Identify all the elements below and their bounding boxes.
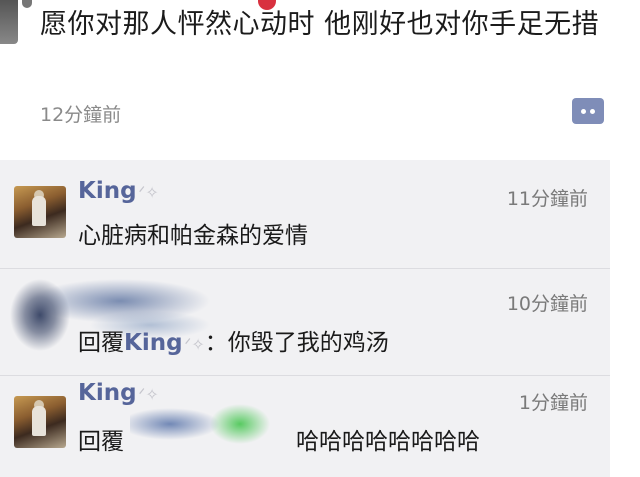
comment-time: 10分鐘前 [506, 293, 588, 315]
post-time: 12分鐘前 [40, 104, 122, 126]
avatar-figure [32, 196, 46, 226]
reply-text: 哈哈哈哈哈哈哈哈 [296, 429, 480, 455]
comment-item: King ᐟ✧ 1分鐘前 回覆 哈哈哈哈哈哈哈哈 [0, 376, 610, 477]
comment-text: 回覆King ᐟ✧：你毁了我的鸡汤 [78, 323, 389, 357]
comment-text: 心脏病和帕金森的爱情 [78, 223, 308, 249]
reply-prefix: 回覆 [78, 330, 124, 356]
moment-post: 愿你对那人怦然心动时 他刚好也对你手足无措 12分鐘前 [0, 0, 640, 160]
redaction-scribble [130, 402, 290, 446]
reply-separator: ： [204, 330, 228, 356]
comments-panel: King ᐟ✧ 11分鐘前 心脏病和帕金森的爱情 10分鐘前 回覆King ᐟ✧：你… [0, 160, 610, 477]
name-decoration-icon: ᐟ✧ [184, 335, 205, 354]
commenter-name-text: King [78, 380, 137, 406]
poster-avatar[interactable] [0, 0, 18, 44]
reply-text: 你毁了我的鸡汤 [227, 330, 389, 356]
comment-icon [581, 109, 586, 114]
comment-button[interactable] [572, 98, 604, 124]
avatar-figure [32, 406, 46, 436]
post-text: 愿你对那人怦然心动时 他刚好也对你手足无措 [40, 9, 600, 40]
commenter-name-text: King [78, 178, 137, 204]
avatar[interactable] [14, 396, 66, 448]
avatar-fragment [22, 0, 32, 8]
name-decoration-icon: ᐟ✧ [138, 183, 159, 202]
avatar[interactable] [14, 186, 66, 238]
comment-time: 1分鐘前 [518, 392, 588, 414]
reply-to-name[interactable]: King [124, 330, 183, 356]
comment-item: King ᐟ✧ 11分鐘前 心脏病和帕金森的爱情 [0, 160, 610, 268]
commenter-name[interactable]: King ᐟ✧ [78, 178, 159, 204]
comment-icon-dot [590, 109, 595, 114]
reply-prefix: 回覆 [78, 429, 124, 455]
comment-time: 11分鐘前 [506, 188, 588, 210]
comment-item: 10分鐘前 回覆King ᐟ✧：你毁了我的鸡汤 [0, 269, 610, 375]
